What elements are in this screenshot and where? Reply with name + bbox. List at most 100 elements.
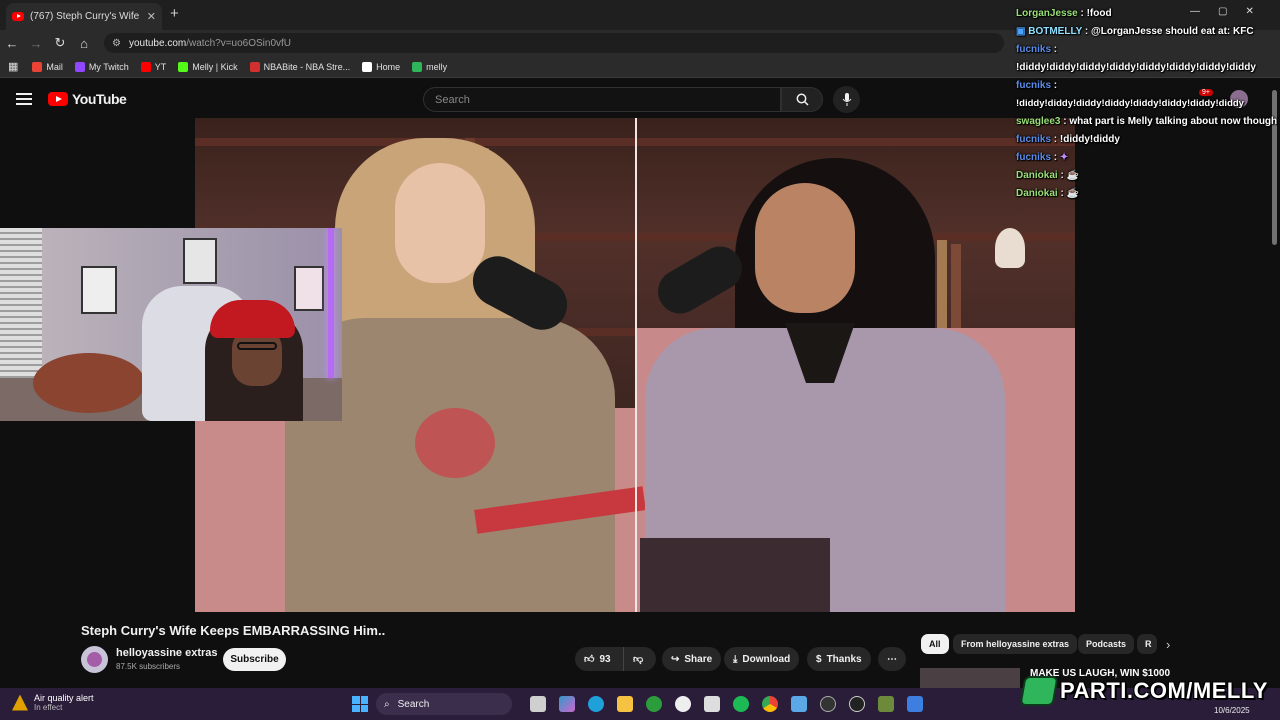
- browser-tab[interactable]: (767) Steph Curry's Wife Ke ✕: [6, 3, 162, 30]
- chat-username: fucniks: [1016, 80, 1052, 91]
- channel-name[interactable]: helloyassine extras: [116, 647, 218, 659]
- dislike-button[interactable]: 👎︎: [623, 647, 656, 671]
- more-actions-button[interactable]: ⋯: [878, 647, 906, 671]
- weather-widget[interactable]: Air quality alert In effect: [12, 693, 94, 712]
- photos-icon[interactable]: [791, 696, 807, 712]
- parti-url: PARTI.COM/MELLY: [1060, 678, 1268, 703]
- chat-message: swaglee3 : what part is Melly talking ab…: [1016, 116, 1278, 127]
- alert-title: Air quality alert: [34, 693, 94, 703]
- reload-icon[interactable]: ↻: [48, 35, 72, 51]
- search-icon: ⌕: [384, 698, 390, 710]
- like-count: 93: [599, 653, 611, 665]
- subscribe-button[interactable]: Subscribe: [223, 648, 286, 671]
- forward-icon[interactable]: →: [24, 36, 48, 51]
- download-button[interactable]: ⤓ Download: [724, 647, 800, 671]
- x-icon: [362, 61, 373, 72]
- stream-chat-overlay: LorganJesse : !food ▣ BOTMELLY : @Lorgan…: [1016, 5, 1278, 203]
- thanks-icon: $: [816, 653, 822, 665]
- taskbar-search[interactable]: ⌕ Search: [376, 693, 512, 715]
- xbox-icon[interactable]: [646, 696, 662, 712]
- chat-text: @LorganJesse should eat at: KFC: [1091, 26, 1254, 37]
- bookmark-yt[interactable]: YT: [140, 61, 166, 72]
- bookmark-label: Mail: [46, 61, 63, 72]
- nba-icon: [249, 61, 260, 72]
- emote-icon: ☕: [1066, 188, 1080, 199]
- alert-subtitle: In effect: [34, 703, 63, 712]
- wall-poster: [294, 266, 324, 311]
- chat-message: fucniks : ✦: [1016, 152, 1069, 163]
- chat-username: Daniokai: [1016, 170, 1058, 181]
- video-title: Steph Curry's Wife Keeps EMBARRASSING Hi…: [81, 623, 386, 638]
- apps-grid-icon[interactable]: ▦: [8, 60, 18, 73]
- search-button[interactable]: [781, 87, 823, 112]
- chat-text: !food: [1086, 8, 1112, 19]
- edge-icon[interactable]: [588, 696, 604, 712]
- tab-title: (767) Steph Curry's Wife Ke: [30, 11, 141, 22]
- share-button[interactable]: ↪ Share: [662, 647, 722, 671]
- media-player-icon[interactable]: [820, 696, 836, 712]
- chip-podcasts[interactable]: Podcasts: [1078, 634, 1135, 654]
- thanks-button[interactable]: $ Thanks: [807, 647, 871, 671]
- twitch-icon: [74, 61, 85, 72]
- bookmark-label: Melly | Kick: [192, 61, 238, 72]
- url-field[interactable]: ⚙ youtube.com/watch?v=uo6OSin0vfU: [104, 33, 1004, 53]
- chevron-right-icon[interactable]: ›: [1166, 637, 1170, 652]
- chat-message: Daniokai : ☕: [1016, 188, 1080, 199]
- channel-avatar[interactable]: [81, 646, 108, 673]
- chat-message: fucniks : !diddy!diddy!diddy!diddy!diddy…: [1016, 77, 1278, 113]
- bean-bag: [33, 353, 145, 413]
- new-tab-icon[interactable]: +: [170, 5, 179, 22]
- microphone-icon: [842, 93, 851, 106]
- mail-icon: [32, 61, 43, 72]
- home-icon[interactable]: ⌂: [72, 36, 96, 51]
- tab-close-icon[interactable]: ✕: [147, 10, 156, 23]
- search-placeholder: Search: [435, 93, 470, 106]
- github-icon[interactable]: [675, 696, 691, 712]
- roblox-icon[interactable]: [907, 696, 923, 712]
- more-icon: ⋯: [887, 653, 897, 665]
- url-path: /watch?v=uo6OSin0vfU: [186, 37, 292, 49]
- windows-start-icon[interactable]: [352, 696, 368, 712]
- chat-message: LorganJesse : !food: [1016, 8, 1112, 19]
- voice-search-button[interactable]: [833, 86, 860, 113]
- bookmark-mail[interactable]: Mail: [32, 61, 63, 72]
- download-icon: ⤓: [733, 653, 738, 665]
- back-icon[interactable]: ←: [0, 36, 24, 51]
- chip-all[interactable]: All: [921, 634, 949, 654]
- download-label: Download: [742, 653, 791, 665]
- chat-username: fucniks: [1016, 134, 1052, 145]
- taskbar-search-label: Search: [397, 698, 430, 710]
- subscribe-label: Subscribe: [230, 654, 279, 665]
- obs-icon[interactable]: [849, 696, 865, 712]
- bookmark-nbabite[interactable]: NBABite - NBA Stre...: [249, 61, 351, 72]
- bookmark-home[interactable]: Home: [362, 61, 400, 72]
- recommended-thumbnail[interactable]: [920, 668, 1020, 688]
- guest-legs: [640, 538, 830, 612]
- youtube-play-icon: [48, 92, 68, 106]
- chat-username: Daniokai: [1016, 188, 1058, 199]
- chip-more[interactable]: R: [1137, 634, 1157, 654]
- thumbs-down-icon: 👎︎: [633, 654, 644, 665]
- chat-text: !diddy!diddy!diddy!diddy!diddy!diddy!did…: [1016, 62, 1256, 73]
- bookmark-my-twitch[interactable]: My Twitch: [74, 61, 129, 72]
- youtube-logo[interactable]: YouTube: [48, 91, 127, 107]
- bookmark-melly-kick[interactable]: Melly | Kick: [178, 61, 238, 72]
- emote-icon: ☕: [1066, 170, 1080, 181]
- file-explorer-icon[interactable]: [617, 696, 633, 712]
- store-icon[interactable]: [704, 696, 720, 712]
- spotify-icon[interactable]: [733, 696, 749, 712]
- like-button[interactable]: 👍︎ 93: [575, 647, 623, 671]
- chat-text: !diddy!diddy: [1059, 134, 1120, 145]
- chip-label: R: [1145, 639, 1152, 649]
- menu-icon[interactable]: [16, 93, 32, 105]
- site-info-icon[interactable]: ⚙: [112, 38, 121, 49]
- youtube-icon: [140, 61, 151, 72]
- chrome-icon[interactable]: [762, 696, 778, 712]
- chip-from-channel[interactable]: From helloyassine extras: [953, 634, 1078, 654]
- task-view-icon[interactable]: [530, 696, 546, 712]
- minecraft-icon[interactable]: [878, 696, 894, 712]
- search-input[interactable]: Search: [423, 87, 781, 112]
- bookmark-label: NBABite - NBA Stre...: [263, 61, 351, 72]
- bookmark-melly[interactable]: melly: [412, 61, 447, 72]
- copilot-icon[interactable]: [559, 696, 575, 712]
